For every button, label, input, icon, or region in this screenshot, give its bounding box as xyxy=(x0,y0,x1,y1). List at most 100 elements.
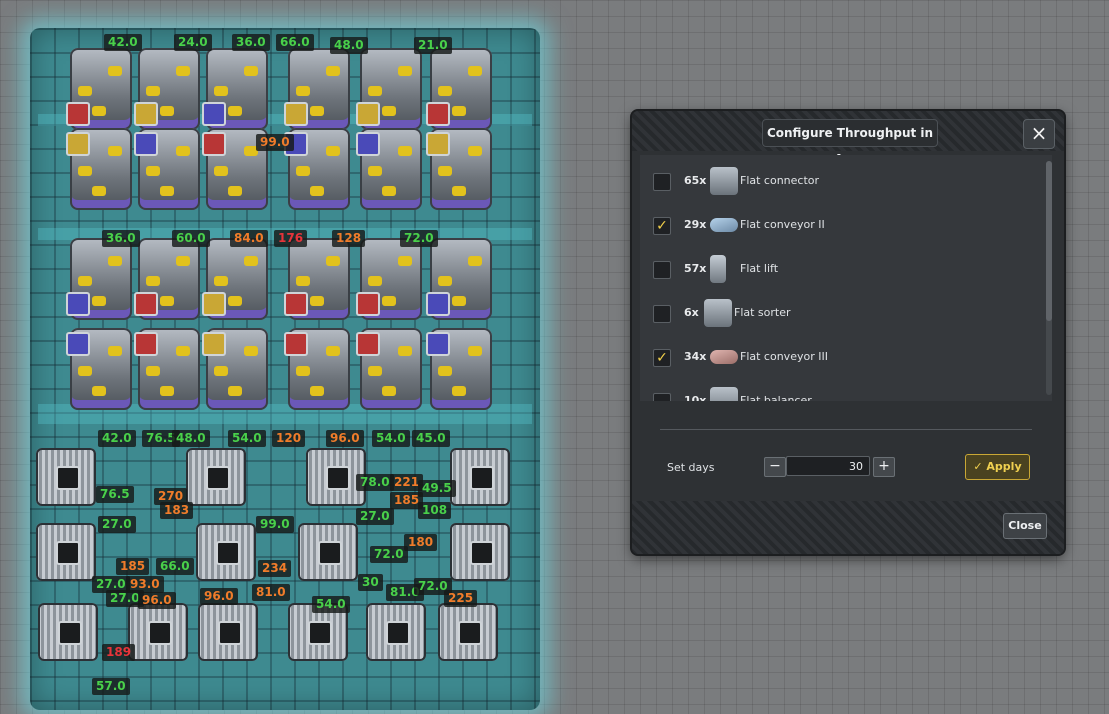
throughput-label: 76.5 xyxy=(96,486,134,503)
assembler-machine[interactable] xyxy=(134,128,200,210)
robot-arm xyxy=(146,86,160,96)
robot-arm xyxy=(468,256,482,266)
assembler-machine[interactable] xyxy=(66,48,132,130)
robot-arm xyxy=(78,166,92,176)
recipe-icon xyxy=(66,292,90,316)
assembler-machine[interactable] xyxy=(202,238,268,320)
product-icon xyxy=(56,466,80,490)
close-button[interactable]: Close xyxy=(1003,513,1047,539)
throughput-label: 176 xyxy=(274,230,308,247)
decrease-days-button[interactable]: − xyxy=(764,457,786,477)
product-icon xyxy=(458,621,482,645)
throughput-label: 36.0 xyxy=(102,230,140,247)
assembler-machine[interactable] xyxy=(426,128,492,210)
list-item[interactable]: ✓ 29x Flat conveyor II xyxy=(640,206,1035,246)
product-icon xyxy=(148,621,172,645)
assembler-machine[interactable] xyxy=(426,48,492,130)
product-icon xyxy=(308,621,332,645)
product-icon xyxy=(56,541,80,565)
assembler-machine[interactable] xyxy=(134,238,200,320)
assembler-machine[interactable] xyxy=(134,328,200,410)
list-item[interactable]: 6x Flat sorter xyxy=(640,294,1035,334)
scrollbar-thumb[interactable] xyxy=(1046,161,1052,321)
throughput-label: 48.0 xyxy=(172,430,210,447)
assembler-machine[interactable] xyxy=(426,328,492,410)
robot-arm xyxy=(146,276,160,286)
assembler-machine[interactable] xyxy=(284,238,350,320)
item-checkbox[interactable] xyxy=(653,173,671,191)
factory-building[interactable] xyxy=(438,603,498,661)
assembler-machine[interactable] xyxy=(356,328,422,410)
assembler-machine[interactable] xyxy=(356,238,422,320)
assembler-machine[interactable] xyxy=(202,328,268,410)
assembler-machine[interactable] xyxy=(284,328,350,410)
item-name: Flat conveyor II xyxy=(740,218,825,231)
item-checkbox[interactable]: ✓ xyxy=(653,217,671,235)
assembler-machine[interactable] xyxy=(66,238,132,320)
item-checkbox[interactable] xyxy=(653,305,671,323)
robot-arm xyxy=(244,66,258,76)
assembler-machine[interactable] xyxy=(284,128,350,210)
factory-area[interactable]: 42.0 24.0 36.0 66.0 48.0 21.0 99.0 36.0 60.0 84.0… xyxy=(30,28,540,710)
throughput-label: 27.0 xyxy=(356,508,394,525)
factory-building[interactable] xyxy=(450,523,510,581)
product-icon xyxy=(318,541,342,565)
list-scrollbar[interactable] xyxy=(1046,161,1052,395)
recipe-icon xyxy=(66,102,90,126)
apply-button[interactable]: ✓ Apply xyxy=(965,454,1030,480)
product-icon xyxy=(470,466,494,490)
item-checkbox[interactable] xyxy=(653,261,671,279)
factory-building[interactable] xyxy=(298,523,358,581)
list-item[interactable]: ✓ 34x Flat conveyor III xyxy=(640,338,1035,378)
robot-arm xyxy=(368,366,382,376)
throughput-label: 120 xyxy=(272,430,306,447)
product-icon xyxy=(218,621,242,645)
item-count: 6x xyxy=(684,306,699,319)
item-checkbox[interactable]: ✓ xyxy=(653,349,671,367)
assembler-machine[interactable] xyxy=(66,128,132,210)
assembler-machine[interactable] xyxy=(202,48,268,130)
robot-arm xyxy=(468,66,482,76)
factory-building[interactable] xyxy=(128,603,188,661)
factory-building[interactable] xyxy=(450,448,510,506)
item-name: Flat conveyor III xyxy=(740,350,828,363)
close-x-button[interactable]: × xyxy=(1023,119,1055,149)
robot-arm xyxy=(160,186,174,196)
assembler-machine[interactable] xyxy=(66,328,132,410)
assembler-machine[interactable] xyxy=(356,48,422,130)
robot-arm xyxy=(468,146,482,156)
item-checkbox[interactable] xyxy=(653,393,671,401)
throughput-label: 185 xyxy=(116,558,150,575)
assembler-machine[interactable] xyxy=(356,128,422,210)
robot-arm xyxy=(452,386,466,396)
recipe-icon xyxy=(134,292,158,316)
robot-arm xyxy=(214,366,228,376)
factory-building[interactable] xyxy=(196,523,256,581)
set-days-label: Set days xyxy=(667,461,715,474)
recipe-icon xyxy=(426,132,450,156)
factory-building[interactable] xyxy=(36,448,96,506)
factory-building[interactable] xyxy=(36,523,96,581)
robot-arm xyxy=(398,66,412,76)
assembler-machine[interactable] xyxy=(284,48,350,130)
robot-arm xyxy=(160,386,174,396)
increase-days-button[interactable]: + xyxy=(873,457,895,477)
factory-building[interactable] xyxy=(366,603,426,661)
factory-building[interactable] xyxy=(38,603,98,661)
factory-building[interactable] xyxy=(186,448,246,506)
assembler-machine[interactable] xyxy=(134,48,200,130)
close-icon: × xyxy=(1030,121,1048,145)
check-icon: ✓ xyxy=(656,350,668,366)
robot-arm xyxy=(228,386,242,396)
item-list[interactable]: 65x Flat connector ✓ 29x Flat conveyor II 57x… xyxy=(640,155,1052,401)
throughput-label: 66.0 xyxy=(276,34,314,51)
robot-arm xyxy=(452,106,466,116)
assembler-machine[interactable] xyxy=(426,238,492,320)
days-input[interactable]: 30 xyxy=(786,456,870,476)
list-item[interactable]: 57x Flat lift xyxy=(640,250,1035,290)
factory-building[interactable] xyxy=(198,603,258,661)
list-item[interactable]: 10x Flat balancer xyxy=(640,382,1035,401)
list-item[interactable]: 65x Flat connector xyxy=(640,162,1035,202)
recipe-icon xyxy=(426,102,450,126)
robot-arm xyxy=(326,66,340,76)
